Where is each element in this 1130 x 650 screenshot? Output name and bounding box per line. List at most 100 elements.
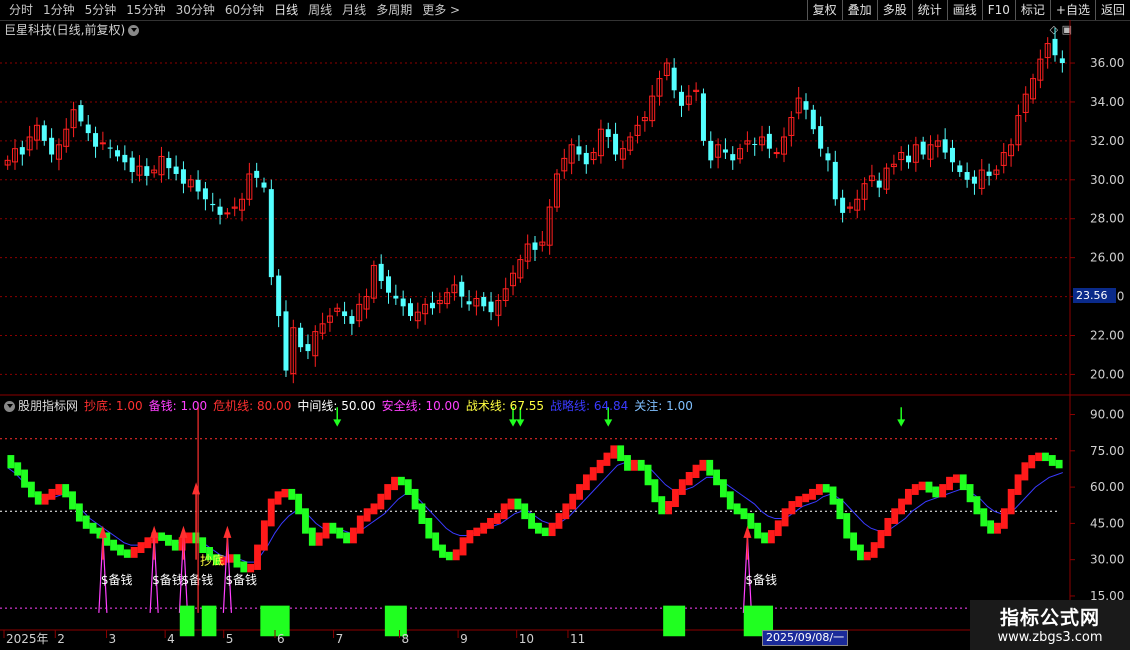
- period-tab-10[interactable]: 更多 >: [417, 0, 465, 20]
- tool-button-0[interactable]: 复权: [806, 0, 842, 20]
- tactic-line-block: [233, 554, 241, 568]
- tactic-line-block: [260, 520, 268, 551]
- tactic-line-block: [14, 462, 22, 476]
- tactic-line-block: [487, 517, 494, 529]
- candle-body: [78, 105, 84, 122]
- indicator-legend: 股朋指标网 抄底: 1.00 备钱: 1.00 危机线: 80.00 中间线: 50.0…: [4, 398, 705, 414]
- candle-body: [122, 154, 128, 163]
- tactic-line-block: [514, 498, 522, 510]
- tactic-line-block: [877, 530, 885, 549]
- tactic-line-block: [624, 455, 631, 471]
- watermark-title: 指标公式网: [999, 607, 1100, 629]
- candle-body: [700, 93, 706, 141]
- period-tabs: 分时 1分钟 5分钟 15分钟 30分钟 60分钟 日线 周线 月线 多周期 更多 >: [4, 0, 465, 20]
- tactic-line-block: [55, 484, 63, 495]
- tactic-line-block: [843, 513, 851, 539]
- tactic-line-block: [397, 476, 405, 486]
- sell-arrow-head: [604, 419, 613, 427]
- beiqian-label: $备钱: [225, 572, 257, 587]
- tactic-line-block: [302, 508, 309, 534]
- tool-button-5[interactable]: F10: [981, 0, 1015, 20]
- price-tick-label: 32.00: [1090, 134, 1124, 148]
- candle-body: [99, 142, 106, 145]
- indicator-tick-label: 30.00: [1090, 553, 1124, 567]
- candle-body: [85, 124, 91, 134]
- candle-body: [429, 302, 435, 309]
- tactic-line-block: [48, 488, 56, 500]
- candle-body: [144, 166, 150, 176]
- tactic-line-block: [699, 459, 707, 471]
- candle-body: [576, 146, 582, 155]
- candle-body: [166, 158, 172, 169]
- tactic-line-block: [1028, 455, 1036, 469]
- tactic-line-block: [404, 479, 412, 495]
- tactic-line-block: [322, 522, 330, 539]
- indicator-tick-label: 60.00: [1090, 480, 1124, 494]
- tactic-line-block: [678, 479, 686, 495]
- candle-body: [722, 149, 728, 153]
- candle-body: [49, 137, 55, 155]
- indicator-menu-icon[interactable]: [4, 401, 15, 412]
- tactic-line-block: [1035, 452, 1043, 462]
- beiqian-label: $备钱: [745, 572, 777, 587]
- tactic-line-block: [137, 542, 145, 553]
- tactic-line-block: [898, 498, 905, 515]
- candle-body: [964, 172, 970, 180]
- indicator-tick-label: 90.00: [1090, 408, 1124, 422]
- candle-body: [708, 140, 714, 161]
- period-tab-9[interactable]: 多周期: [371, 0, 417, 20]
- tool-button-1[interactable]: 叠加: [841, 0, 877, 20]
- candle-body: [217, 206, 223, 215]
- time-tick-label: 3: [109, 632, 117, 646]
- candle-body: [818, 126, 824, 149]
- tactic-line-block: [815, 484, 823, 495]
- tactic-line-block: [336, 527, 344, 539]
- tool-button-7[interactable]: +自选: [1049, 0, 1095, 20]
- chaodi-label: 抄底: [200, 553, 224, 568]
- candle-body: [195, 179, 201, 192]
- kline-chart[interactable]: 36.0034.0032.0030.0028.0026.0024.0022.00…: [0, 20, 1130, 650]
- tool-button-3[interactable]: 统计: [911, 0, 947, 20]
- tool-button-4[interactable]: 画线: [946, 0, 982, 20]
- indicator-name[interactable]: 股朋指标网: [18, 399, 78, 413]
- candle-body: [400, 298, 406, 307]
- candle-body: [810, 109, 816, 130]
- tactic-line-block: [329, 522, 337, 534]
- tool-button-2[interactable]: 多股: [876, 0, 912, 20]
- tactic-line-block: [747, 513, 755, 529]
- tactic-line-block: [980, 508, 988, 527]
- tactic-line-block: [952, 474, 960, 483]
- candle-body: [202, 188, 208, 200]
- tactic-line-block: [891, 508, 899, 524]
- tactic-line-block: [692, 464, 700, 478]
- period-tab-8[interactable]: 月线: [337, 0, 371, 20]
- candle-body: [481, 296, 487, 307]
- tactic-line-block: [171, 539, 179, 551]
- tactic-line-block: [452, 549, 460, 561]
- legend-item-1: 备钱: 1.00: [148, 399, 208, 413]
- attention-block: [201, 605, 217, 637]
- tool-button-8[interactable]: 返回: [1094, 0, 1130, 20]
- tactic-line-block: [123, 549, 131, 558]
- tactic-line-block: [555, 513, 563, 529]
- watermark-url: www.zbgs3.com: [997, 630, 1103, 645]
- period-tab-1[interactable]: 1分钟: [38, 0, 80, 20]
- candle-body: [678, 91, 684, 106]
- period-tab-4[interactable]: 30分钟: [171, 0, 220, 20]
- candle-body: [283, 311, 289, 371]
- tactic-line-block: [829, 486, 837, 505]
- period-tab-6[interactable]: 日线: [269, 0, 303, 20]
- tactic-line-block: [987, 520, 995, 534]
- tactic-line-block: [767, 530, 775, 544]
- tactic-line-block: [1000, 508, 1008, 529]
- tactic-line-block: [432, 532, 440, 551]
- tactic-line-block: [130, 547, 138, 558]
- period-tab-2[interactable]: 5分钟: [80, 0, 122, 20]
- period-tab-7[interactable]: 周线: [303, 0, 337, 20]
- period-tab-5[interactable]: 60分钟: [220, 0, 269, 20]
- candle-body: [583, 152, 589, 165]
- period-tab-3[interactable]: 15分钟: [121, 0, 170, 20]
- tactic-line-block: [596, 459, 604, 474]
- tool-button-6[interactable]: 标记: [1014, 0, 1050, 20]
- period-tab-0[interactable]: 分时: [4, 0, 38, 20]
